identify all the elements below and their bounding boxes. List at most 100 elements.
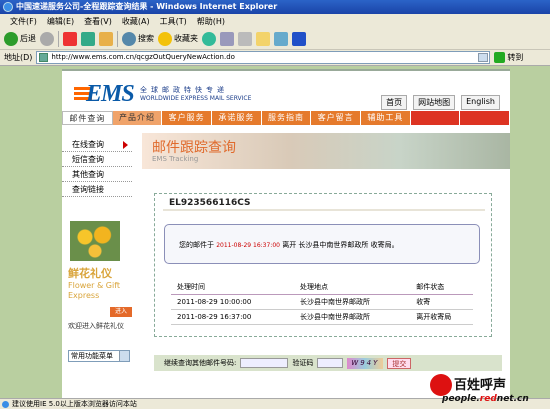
chevron-down-icon [119, 351, 129, 361]
col-status: 邮件状态 [410, 280, 473, 295]
nav-promise[interactable]: 承诺服务 [212, 111, 262, 125]
menu-help[interactable]: 帮助(H) [193, 16, 229, 27]
home-link[interactable]: 首页 [381, 95, 408, 110]
table-header-row: 处理时间 处理地点 邮件状态 [171, 280, 473, 295]
print-icon[interactable] [238, 31, 252, 46]
nav-customer-service[interactable]: 客户服务 [162, 111, 213, 125]
function-menu-select[interactable]: 常用功能菜单 [68, 350, 130, 362]
status-datetime: 2011-08-29 16:37:00 [216, 242, 280, 249]
cell-time: 2011-08-29 16:37:00 [171, 309, 294, 325]
sidebar: 在线查询 短信查询 其他查询 查询链接 [62, 137, 132, 201]
menu-view[interactable]: 查看(V) [80, 16, 116, 27]
folder-icon[interactable] [256, 31, 270, 46]
query-label: 继续查询其他邮件号码: [164, 359, 237, 367]
menu-file[interactable]: 文件(F) [6, 16, 41, 27]
stop-icon[interactable] [63, 31, 77, 46]
table-row: 2011-08-29 10:00:00 长沙县中南世界邮政所 收寄 [171, 294, 473, 310]
watermark-url-a: people. [442, 394, 480, 404]
nav-extra-1[interactable] [410, 111, 461, 125]
forward-icon[interactable] [40, 31, 54, 46]
nav-tools[interactable]: 辅助工具 [361, 111, 411, 125]
captcha-image: W94Y [347, 357, 384, 369]
home-icon[interactable] [99, 31, 113, 46]
menu-favorites[interactable]: 收藏(A) [118, 16, 154, 27]
go-button[interactable]: 转到 [494, 52, 523, 63]
tracking-number: EL923566116CS [163, 196, 485, 211]
cell-time: 2011-08-29 10:00:00 [171, 294, 294, 310]
toolbar: 后退 搜索 收藏夹 [0, 28, 550, 50]
watermark: 百姓呼声 people.rednet.cn [430, 372, 550, 409]
watermark-url: people.rednet.cn [442, 394, 529, 404]
status-suffix: 离开 长沙县中南世界邮政所 收寄局。 [282, 241, 399, 249]
search-button[interactable]: 搜索 [122, 31, 154, 46]
menu-bar: 文件(F) 编辑(E) 查看(V) 收藏(A) 工具(T) 帮助(H) [0, 14, 550, 28]
sidebar-item-other[interactable]: 其他查询 [62, 167, 132, 182]
chevron-down-icon[interactable] [478, 53, 489, 62]
page-viewport: EMS 全球邮政特快专递 WORLDWIDE EXPRESS MAIL SERV… [0, 66, 550, 398]
table-row: 2011-08-29 16:37:00 长沙县中南世界邮政所 离开收寄局 [171, 309, 473, 325]
page-icon [39, 53, 49, 62]
back-button[interactable]: 后退 [4, 31, 36, 46]
search-icon [122, 31, 136, 46]
select-value: 常用功能菜单 [71, 352, 113, 360]
watermark-logo-icon [430, 374, 452, 396]
window-title-bar: 中国速递服务公司-全程跟踪查询结果 - Windows Internet Exp… [0, 0, 550, 14]
status-prefix: 您的邮件于 [179, 241, 214, 249]
address-label: 地址(D) [4, 53, 33, 62]
favorites-label: 收藏夹 [174, 34, 198, 43]
watermark-cn: 百姓呼声 [454, 378, 507, 393]
tracking-table: 处理时间 处理地点 邮件状态 2011-08-29 10:00:00 长沙县中南… [171, 280, 473, 325]
watermark-url-b: red [479, 394, 497, 404]
cell-location: 长沙县中南世界邮政所 [293, 309, 411, 325]
ems-logo[interactable]: EMS [74, 77, 135, 107]
menu-tools[interactable]: 工具(T) [156, 16, 191, 27]
site-header: EMS 全球邮政特快专递 WORLDWIDE EXPRESS MAIL SERV… [62, 69, 510, 111]
menu-edit[interactable]: 编辑(E) [43, 16, 78, 27]
main-nav: 邮件查询 产品介绍 客户服务 承诺服务 服务指南 客户留言 辅助工具 [62, 111, 511, 125]
star-icon [158, 31, 172, 46]
english-link[interactable]: English [461, 95, 500, 110]
history-icon[interactable] [202, 31, 216, 46]
mail-icon[interactable] [220, 31, 234, 46]
cell-location: 长沙县中南世界邮政所 [293, 294, 411, 310]
refresh-icon[interactable] [81, 31, 95, 46]
flower-enter-button[interactable]: 进入 [110, 307, 132, 317]
banner-title: 邮件跟踪查询 [152, 140, 236, 156]
messenger-icon[interactable] [274, 31, 288, 46]
sunflower-image [70, 221, 120, 261]
address-bar: 地址(D) http://www.ems.com.cn/qcgzOutQuery… [0, 50, 550, 66]
nav-extra-2[interactable] [460, 111, 511, 125]
address-url: http://www.ems.com.cn/qcgzOutQueryNewAct… [51, 53, 235, 61]
mail-number-input[interactable] [240, 358, 289, 368]
nav-messages[interactable]: 客户留言 [311, 111, 362, 125]
back-arrow-icon [4, 31, 18, 46]
submit-button[interactable]: 提交 [387, 357, 412, 369]
cell-status: 离开收寄局 [410, 309, 473, 325]
captcha-input[interactable] [317, 358, 344, 368]
flower-subtitle: Flower & Gift Express [68, 281, 121, 300]
address-input[interactable]: http://www.ems.com.cn/qcgzOutQueryNewAct… [36, 51, 491, 64]
flower-promo[interactable]: 鲜花礼仪 Flower & Gift Express 进入 欢迎进入鲜花礼仪 [62, 219, 132, 339]
sidebar-item-online[interactable]: 在线查询 [62, 137, 132, 152]
flower-link[interactable]: 欢迎进入鲜花礼仪 [68, 321, 124, 331]
tracking-banner: 邮件跟踪查询 EMS Tracking [142, 133, 510, 169]
nav-products[interactable]: 产品介绍 [112, 111, 163, 125]
flower-title: 鲜花礼仪 [68, 267, 112, 280]
ems-site: EMS 全球邮政特快专递 WORLDWIDE EXPRESS MAIL SERV… [62, 69, 511, 398]
continue-query-bar: 继续查询其他邮件号码: 验证码 W94Y 提交 [154, 355, 502, 371]
col-location: 处理地点 [293, 280, 411, 295]
favorites-button[interactable]: 收藏夹 [158, 31, 198, 46]
status-text: 建议使用IE 5.0以上版本浏览器访问本站 [12, 400, 137, 408]
sidebar-item-links[interactable]: 查询链接 [62, 182, 132, 197]
logo-text: EMS [86, 81, 135, 107]
col-time: 处理时间 [171, 280, 294, 295]
nav-mail-query[interactable]: 邮件查询 [62, 111, 113, 125]
sitemap-link[interactable]: 网站地图 [413, 95, 456, 110]
separator [117, 30, 118, 47]
logo-cn-text: 全球邮政特快专递 [140, 86, 228, 94]
nav-guide[interactable]: 服务指南 [261, 111, 312, 125]
window-title: 中国速递服务公司-全程跟踪查询结果 - Windows Internet Exp… [16, 2, 278, 11]
bluetooth-icon[interactable] [292, 31, 306, 46]
status-summary: 您的邮件于 2011-08-29 16:37:00 离开 长沙县中南世界邮政所 … [164, 224, 480, 264]
sidebar-item-sms[interactable]: 短信查询 [62, 152, 132, 167]
